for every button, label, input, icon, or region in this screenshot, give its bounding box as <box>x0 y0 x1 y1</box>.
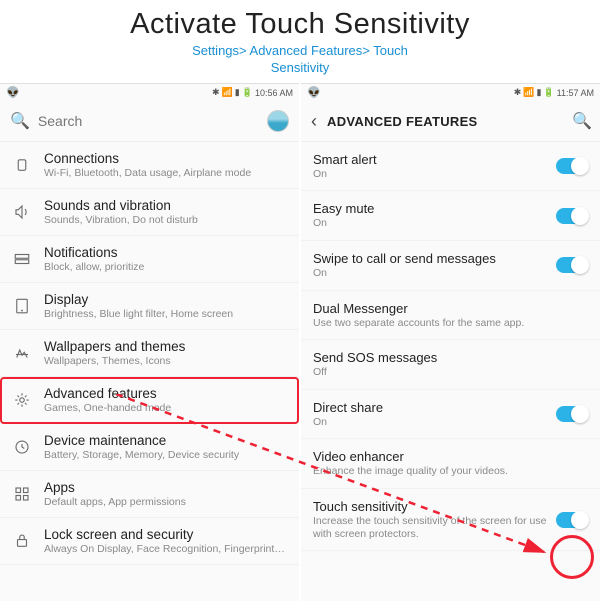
row-sub: Enhance the image quality of your videos… <box>313 465 582 478</box>
battery-icon: 🔋 <box>242 87 253 98</box>
signal-icon: ▮ <box>235 87 240 98</box>
search-icon: 🔍 <box>10 111 30 131</box>
row-sub: Battery, Storage, Memory, Device securit… <box>44 449 289 461</box>
sound-icon <box>8 198 36 226</box>
row-title: Touch sensitivity <box>313 499 550 514</box>
page-title: Activate Touch Sensitivity <box>0 8 600 41</box>
back-button[interactable]: ‹ <box>309 107 323 136</box>
row-sounds[interactable]: Sounds and vibrationSounds, Vibration, D… <box>0 189 299 236</box>
row-title: Video enhancer <box>313 449 582 464</box>
row-sub: Wi-Fi, Bluetooth, Data usage, Airplane m… <box>44 167 289 179</box>
row-title: Device maintenance <box>44 433 289 448</box>
advanced-list[interactable]: Smart alertOnEasy muteOnSwipe to call or… <box>301 142 600 601</box>
wifi-icon: 📶 <box>222 87 233 98</box>
status-bar-left: 👽 ✱ 📶 ▮ 🔋 10:56 AM <box>0 84 299 102</box>
row-notifications[interactable]: NotificationsBlock, allow, prioritize <box>0 236 299 283</box>
toggle[interactable] <box>556 208 588 224</box>
time-right: 11:57 AM <box>557 88 594 98</box>
reddit-icon: 👽 <box>6 86 20 99</box>
search-bar[interactable]: 🔍 <box>0 102 299 142</box>
row-sub: On <box>313 267 550 280</box>
toggle[interactable] <box>556 257 588 273</box>
connections-icon <box>8 151 36 179</box>
row-display[interactable]: DisplayBrightness, Blue light filter, Ho… <box>0 283 299 330</box>
adv-row-3[interactable]: Dual MessengerUse two separate accounts … <box>301 291 600 341</box>
themes-icon <box>8 339 36 367</box>
row-sub: Always On Display, Face Recognition, Fin… <box>44 543 289 555</box>
advanced-features-screen: 👽 ✱ 📶 ▮ 🔋 11:57 AM ‹ ADVANCED FEATURES 🔍… <box>301 83 600 601</box>
row-wallpapers[interactable]: Wallpapers and themesWallpapers, Themes,… <box>0 330 299 377</box>
row-advanced-features[interactable]: Advanced featuresGames, One-handed mode <box>0 377 299 424</box>
avatar[interactable] <box>267 110 289 132</box>
row-sub: Brightness, Blue light filter, Home scre… <box>44 308 289 320</box>
battery-icon: 🔋 <box>543 87 554 98</box>
row-title: Sounds and vibration <box>44 198 289 213</box>
signal-icon: ▮ <box>536 87 541 98</box>
row-lock-security[interactable]: Lock screen and securityAlways On Displa… <box>0 518 299 565</box>
row-sub: Off <box>313 366 582 379</box>
adv-row-1[interactable]: Easy muteOn <box>301 191 600 241</box>
settings-list[interactable]: ConnectionsWi-Fi, Bluetooth, Data usage,… <box>0 142 299 601</box>
toggle[interactable] <box>556 512 588 528</box>
lock-icon <box>8 527 36 555</box>
status-bar-right: 👽 ✱ 📶 ▮ 🔋 11:57 AM <box>301 84 600 102</box>
row-title: Display <box>44 292 289 307</box>
row-title: Connections <box>44 151 289 166</box>
breadcrumb-line2: Sensitivity <box>271 60 330 75</box>
row-title: Direct share <box>313 400 550 415</box>
search-icon[interactable]: 🔍 <box>572 111 592 131</box>
row-sub: Wallpapers, Themes, Icons <box>44 355 289 367</box>
row-connections[interactable]: ConnectionsWi-Fi, Bluetooth, Data usage,… <box>0 142 299 189</box>
adv-row-0[interactable]: Smart alertOn <box>301 142 600 192</box>
maintenance-icon <box>8 433 36 461</box>
row-apps[interactable]: AppsDefault apps, App permissions <box>0 471 299 518</box>
row-title: Swipe to call or send messages <box>313 251 550 266</box>
row-device-maintenance[interactable]: Device maintenanceBattery, Storage, Memo… <box>0 424 299 471</box>
row-sub: Sounds, Vibration, Do not disturb <box>44 214 289 226</box>
breadcrumb: Settings> Advanced Features> Touch Sensi… <box>0 43 600 77</box>
row-title: Apps <box>44 480 289 495</box>
time-left: 10:56 AM <box>255 88 293 98</box>
adv-row-5[interactable]: Direct shareOn <box>301 390 600 440</box>
header-advanced: ‹ ADVANCED FEATURES 🔍 <box>301 102 600 142</box>
header-title: ADVANCED FEATURES <box>327 114 572 129</box>
toggle[interactable] <box>556 158 588 174</box>
display-icon <box>8 292 36 320</box>
adv-row-4[interactable]: Send SOS messagesOff <box>301 340 600 390</box>
bluetooth-icon: ✱ <box>212 87 220 98</box>
settings-screen: 👽 ✱ 📶 ▮ 🔋 10:56 AM 🔍 ConnectionsWi-Fi, B… <box>0 83 299 601</box>
row-title: Send SOS messages <box>313 350 582 365</box>
adv-row-2[interactable]: Swipe to call or send messagesOn <box>301 241 600 291</box>
row-title: Lock screen and security <box>44 527 289 542</box>
row-title: Easy mute <box>313 201 550 216</box>
row-title: Advanced features <box>44 386 289 401</box>
row-sub: Increase the touch sensitivity of the sc… <box>313 515 550 540</box>
reddit-icon: 👽 <box>307 86 321 99</box>
adv-row-6[interactable]: Video enhancerEnhance the image quality … <box>301 439 600 489</box>
row-title: Dual Messenger <box>313 301 582 316</box>
wifi-icon: 📶 <box>523 87 534 98</box>
row-sub: Block, allow, prioritize <box>44 261 289 273</box>
search-input[interactable] <box>38 113 259 129</box>
row-sub: On <box>313 416 550 429</box>
row-sub: On <box>313 168 550 181</box>
notifications-icon <box>8 245 36 273</box>
advanced-icon <box>8 386 36 414</box>
bluetooth-icon: ✱ <box>514 87 522 98</box>
row-sub: On <box>313 217 550 230</box>
toggle[interactable] <box>556 406 588 422</box>
row-title: Notifications <box>44 245 289 260</box>
adv-row-7[interactable]: Touch sensitivityIncrease the touch sens… <box>301 489 600 551</box>
apps-icon <box>8 480 36 508</box>
row-title: Smart alert <box>313 152 550 167</box>
row-sub: Games, One-handed mode <box>44 402 289 414</box>
row-sub: Default apps, App permissions <box>44 496 289 508</box>
row-title: Wallpapers and themes <box>44 339 289 354</box>
row-sub: Use two separate accounts for the same a… <box>313 317 582 330</box>
breadcrumb-line1: Settings> Advanced Features> Touch <box>192 43 408 58</box>
